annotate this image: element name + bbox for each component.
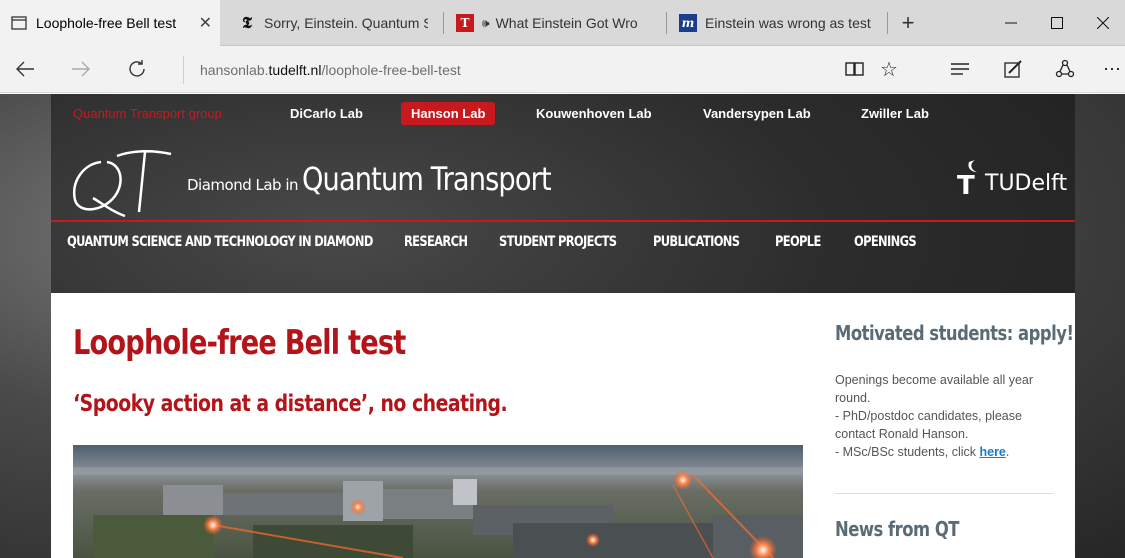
tab-loophole-free-bell-test[interactable]: Loophole-free Bell test ✕ xyxy=(0,0,220,46)
tab-separator xyxy=(443,12,444,34)
url-path: /loophole-free-bell-test xyxy=(321,62,461,78)
link-vandersypen-lab[interactable]: Vandersypen Lab xyxy=(703,106,811,121)
url-domain: tudelft.nl xyxy=(268,62,322,78)
nav-student-projects[interactable]: STUDENT PROJECTS xyxy=(499,234,617,250)
hub-button[interactable] xyxy=(943,54,977,84)
openings-line-1: Openings become available all year round… xyxy=(835,373,1034,405)
link-hanson-lab[interactable]: Hanson Lab xyxy=(401,102,496,125)
page-title: Loophole-free Bell test xyxy=(73,323,406,363)
tab-sorry-einstein[interactable]: 𝕿 Sorry, Einstein. Quantum S xyxy=(228,0,428,46)
link-kouwenhoven-lab[interactable]: Kouwenhoven Lab xyxy=(536,106,652,121)
site-title: Diamond Lab in Quantum Transport xyxy=(187,160,595,198)
share-icon xyxy=(1055,59,1075,78)
openings-line-3-suffix: . xyxy=(1005,445,1010,459)
site-title-small: Diamond Lab in xyxy=(187,176,299,194)
close-window-button[interactable] xyxy=(1080,0,1125,46)
reading-view-button[interactable] xyxy=(838,54,872,84)
tab-bar: Loophole-free Bell test ✕ 𝕿 Sorry, Einst… xyxy=(0,0,1125,46)
forward-arrow-icon xyxy=(72,61,90,77)
lab-links: Quantum Transport group DiCarlo Lab Hans… xyxy=(51,94,1075,138)
refresh-button[interactable] xyxy=(120,54,154,84)
url-field[interactable]: hansonlab. tudelft.nl/loophole-free-bell-… xyxy=(183,56,823,84)
tab-title: Loophole-free Bell test xyxy=(36,15,177,31)
tudelft-flame-icon: T xyxy=(957,160,977,196)
tab-title: Einstein was wrong as test xyxy=(705,15,871,31)
here-link[interactable]: here xyxy=(979,445,1005,459)
telegraph-icon: T xyxy=(456,14,474,32)
tab-title: Sorry, Einstein. Quantum S xyxy=(264,15,428,31)
hub-icon xyxy=(951,63,969,75)
campus-aerial-photo xyxy=(73,445,803,558)
nav-research[interactable]: RESEARCH xyxy=(404,234,468,250)
qt-logo-icon xyxy=(72,150,172,218)
sidebar-heading: Motivated students: apply! xyxy=(835,321,1074,345)
qt-logo[interactable]: QT xyxy=(63,142,178,220)
tudelft-logo[interactable]: T TUDelft xyxy=(957,156,1067,196)
back-arrow-icon xyxy=(16,61,34,77)
address-bar: hansonlab. tudelft.nl/loophole-free-bell-… xyxy=(0,46,1125,93)
minimize-button[interactable] xyxy=(988,0,1034,46)
url-prefix: hansonlab. xyxy=(200,62,269,78)
tudelft-logo-text: TUDelft xyxy=(985,171,1068,196)
sidebar: Motivated students: apply! Openings beco… xyxy=(835,293,1074,558)
new-tab-plus: + xyxy=(901,10,915,35)
more-icon: ⋯ xyxy=(1103,58,1121,79)
nav-people[interactable]: PEOPLE xyxy=(775,234,821,250)
sidebar-openings-text: Openings become available all year round… xyxy=(835,371,1055,461)
back-button[interactable] xyxy=(8,54,42,84)
audio-playing-icon[interactable]: 🕪 xyxy=(482,16,490,31)
link-zwiller-lab[interactable]: Zwiller Lab xyxy=(861,106,929,121)
nav-quantum-science[interactable]: QUANTUM SCIENCE AND TECHNOLOGY IN DIAMON… xyxy=(67,234,373,250)
nyt-icon: 𝕿 xyxy=(242,13,252,32)
close-icon xyxy=(1097,17,1109,29)
tab-what-einstein-got-wrong[interactable]: T 🕪 What Einstein Got Wro xyxy=(446,0,662,46)
site-header: Quantum Transport group DiCarlo Lab Hans… xyxy=(51,94,1075,293)
refresh-icon xyxy=(129,60,145,77)
new-tab-button[interactable]: + xyxy=(885,0,931,46)
tab-einstein-was-wrong[interactable]: m Einstein was wrong as test xyxy=(669,0,883,46)
web-note-button[interactable] xyxy=(996,54,1030,84)
share-button[interactable] xyxy=(1048,54,1082,84)
openings-line-2: - PhD/postdoc candidates, please contact… xyxy=(835,409,1022,441)
link-dicarlo-lab[interactable]: DiCarlo Lab xyxy=(290,106,363,121)
site-title-big: Quantum Transport xyxy=(302,160,552,198)
campus-aerial-image xyxy=(73,445,803,558)
link-quantum-transport-group[interactable]: Quantum Transport group xyxy=(73,106,222,121)
openings-line-3-prefix: - MSc/BSc students, click xyxy=(835,445,980,459)
nav-publications[interactable]: PUBLICATIONS xyxy=(653,234,740,250)
tab-separator xyxy=(666,12,667,34)
news-heading: News from QT xyxy=(835,517,959,541)
openings-line-3: - MSc/BSc students, click here. xyxy=(835,443,1055,461)
svg-text:T: T xyxy=(957,171,975,196)
minimize-icon xyxy=(1005,22,1017,24)
logo-area: QT Diamond Lab in Quantum Transport T TU… xyxy=(51,138,1075,220)
sidebar-divider xyxy=(835,493,1053,494)
close-tab-icon[interactable]: ✕ xyxy=(199,13,212,33)
web-page: Quantum Transport group DiCarlo Lab Hans… xyxy=(0,94,1125,558)
star-icon: ☆ xyxy=(880,58,898,81)
maximize-icon xyxy=(1051,17,1063,29)
main-nav: QUANTUM SCIENCE AND TECHNOLOGY IN DIAMON… xyxy=(51,222,1075,266)
nav-openings[interactable]: OPENINGS xyxy=(854,234,917,250)
web-note-icon xyxy=(1004,60,1022,78)
content-area: Loophole-free Bell test ‘Spooky action a… xyxy=(51,293,1075,558)
more-button[interactable]: ⋯ xyxy=(1095,54,1125,84)
tab-title: What Einstein Got Wro xyxy=(495,15,638,31)
book-icon xyxy=(845,62,864,76)
m-icon: m xyxy=(679,14,697,32)
forward-button[interactable] xyxy=(64,54,98,84)
tab-page-icon xyxy=(10,14,28,32)
article-subtitle: ‘Spooky action at a distance’, no cheati… xyxy=(73,391,508,417)
maximize-button[interactable] xyxy=(1034,0,1080,46)
favorite-button[interactable]: ☆ xyxy=(872,54,906,84)
